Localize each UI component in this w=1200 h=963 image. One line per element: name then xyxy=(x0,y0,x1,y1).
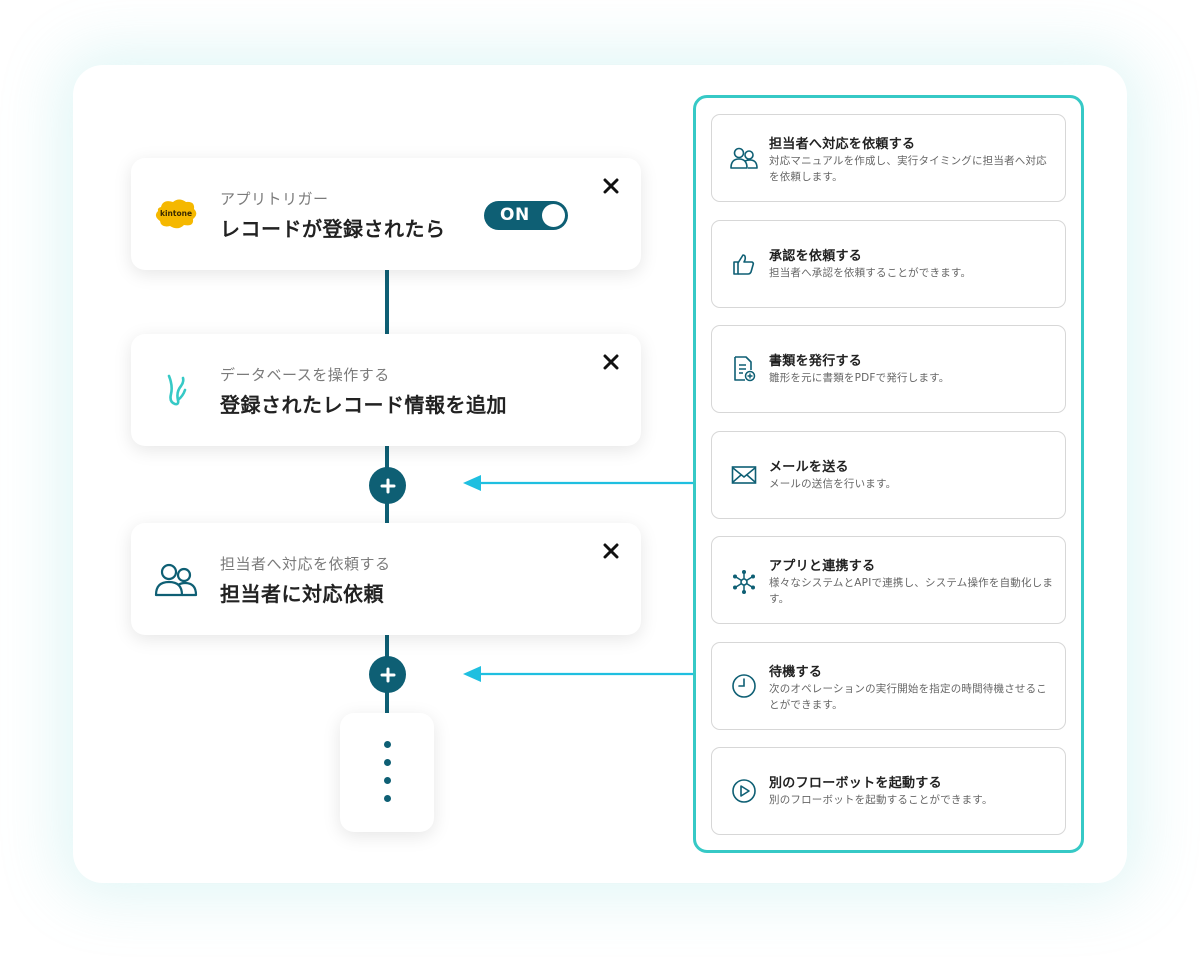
action-description: 別のフローボットを起動することができます。 xyxy=(769,794,993,806)
step-card-assign[interactable]: 担当者へ対応を依頼する 担当者に対応依頼 xyxy=(131,523,641,635)
vertical-ellipsis-icon xyxy=(384,759,391,766)
play-circle-icon xyxy=(729,776,759,806)
more-steps-card[interactable] xyxy=(340,713,434,832)
action-title: 待機する xyxy=(769,665,823,680)
database-operation-icon xyxy=(153,370,199,410)
action-item-document[interactable]: 書類を発行する 雛形を元に書類をPDFで発行します。 xyxy=(711,325,1066,413)
thumbs-up-icon xyxy=(729,249,759,279)
vertical-ellipsis-icon xyxy=(384,741,391,748)
step-card-database[interactable]: データベースを操作する 登録されたレコード情報を追加 xyxy=(131,334,641,446)
action-description: 担当者へ承認を依頼することができます。 xyxy=(769,267,972,279)
action-description: メールの送信を行います。 xyxy=(769,478,897,490)
vertical-ellipsis-icon xyxy=(384,777,391,784)
action-item-wait[interactable]: 待機する 次のオペレーションの実行開始を指定の時間待機させることができます。 xyxy=(711,642,1066,730)
arrow-left-icon xyxy=(463,666,695,682)
action-title: 承認を依頼する xyxy=(769,249,863,264)
trigger-toggle[interactable]: ON xyxy=(484,201,568,230)
add-step-button[interactable] xyxy=(369,656,406,693)
kintone-logo-text: kintone xyxy=(160,209,192,218)
action-title: アプリと連携する xyxy=(769,559,876,574)
people-icon xyxy=(153,559,199,599)
close-icon[interactable] xyxy=(601,541,621,561)
action-item-approval[interactable]: 承認を依頼する 担当者へ承認を依頼することができます。 xyxy=(711,220,1066,308)
kintone-logo-icon: kintone xyxy=(153,194,199,234)
plus-icon xyxy=(380,667,395,682)
action-item-assign[interactable]: 担当者へ対応を依頼する 対応マニュアルを作成し、実行タイミングに担当者へ対応を依… xyxy=(711,114,1066,202)
action-description: 対応マニュアルを作成し、実行タイミングに担当者へ対応を依頼します。 xyxy=(769,155,1047,183)
action-item-launch-flowbot[interactable]: 別のフローボットを起動する 別のフローボットを起動することができます。 xyxy=(711,747,1066,835)
action-description: 様々なシステムとAPIで連携し、システム操作を自動化します。 xyxy=(769,577,1054,605)
vertical-ellipsis-icon xyxy=(384,795,391,802)
action-title: 担当者へ対応を依頼する xyxy=(769,137,916,152)
action-title: メールを送る xyxy=(769,460,849,475)
arrow-left-icon xyxy=(463,475,695,491)
add-step-button[interactable] xyxy=(369,467,406,504)
trigger-subtitle: アプリトリガー xyxy=(220,190,329,208)
flow-connector xyxy=(385,269,389,335)
step-subtitle: データベースを操作する xyxy=(220,366,390,384)
action-description: 次のオペレーションの実行開始を指定の時間待機させることができます。 xyxy=(769,683,1047,711)
toggle-knob xyxy=(542,204,565,227)
people-icon xyxy=(729,143,759,173)
action-item-mail[interactable]: メールを送る メールの送信を行います。 xyxy=(711,431,1066,519)
action-title: 書類を発行する xyxy=(769,354,863,369)
action-title: 別のフローボットを起動する xyxy=(769,776,942,791)
toggle-label: ON xyxy=(500,205,530,225)
close-icon[interactable] xyxy=(601,352,621,372)
trigger-title: レコードが登録されたら xyxy=(220,217,446,241)
network-icon xyxy=(729,567,759,597)
plus-icon xyxy=(380,478,395,493)
step-title: 登録されたレコード情報を追加 xyxy=(220,393,507,417)
document-add-icon xyxy=(729,354,759,384)
step-subtitle: 担当者へ対応を依頼する xyxy=(220,555,391,573)
trigger-card[interactable]: kintone アプリトリガー レコードが登録されたら ON xyxy=(131,158,641,270)
mail-icon xyxy=(729,460,759,490)
action-item-app-integration[interactable]: アプリと連携する 様々なシステムとAPIで連携し、システム操作を自動化します。 xyxy=(711,536,1066,624)
clock-icon xyxy=(729,671,759,701)
step-title: 担当者に対応依頼 xyxy=(220,582,384,606)
close-icon[interactable] xyxy=(601,176,621,196)
action-description: 雛形を元に書類をPDFで発行します。 xyxy=(769,372,950,384)
